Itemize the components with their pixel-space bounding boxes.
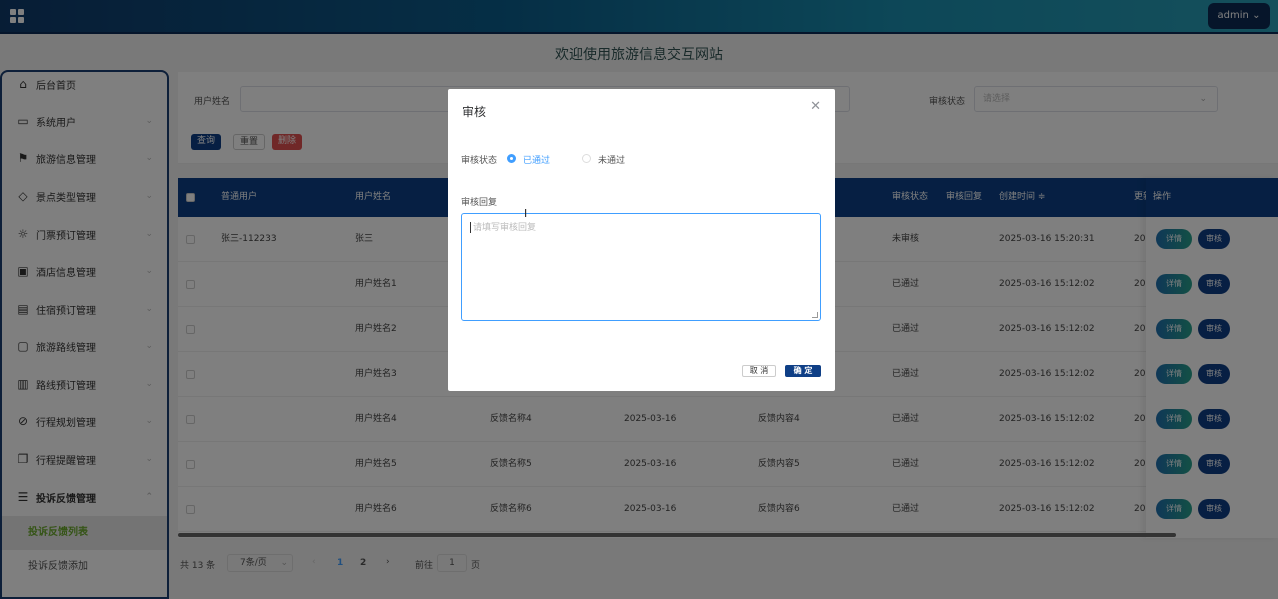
- reply-textarea[interactable]: 请填写审核回复: [461, 213, 821, 321]
- radio-passed[interactable]: [507, 154, 516, 163]
- status-label: 审核状态: [461, 156, 498, 166]
- reply-placeholder: 请填写审核回复: [473, 223, 537, 233]
- radio-failed[interactable]: [582, 154, 591, 163]
- cancel-button[interactable]: 取 消: [742, 365, 776, 377]
- text-caret: [470, 222, 471, 233]
- confirm-button[interactable]: 确 定: [785, 365, 821, 377]
- dialog-title: 审核: [462, 105, 487, 119]
- audit-dialog: 审核 ✕ 审核状态 已通过 未通过 审核回复 请填写审核回复 I 取 消 确 定: [448, 89, 835, 391]
- ibeam-cursor-icon: I: [524, 207, 528, 220]
- radio-passed-label[interactable]: 已通过: [523, 153, 550, 166]
- close-icon[interactable]: ✕: [810, 99, 821, 114]
- radio-failed-label[interactable]: 未通过: [598, 153, 625, 166]
- resize-handle[interactable]: [812, 312, 818, 318]
- reply-label: 审核回复: [461, 198, 498, 208]
